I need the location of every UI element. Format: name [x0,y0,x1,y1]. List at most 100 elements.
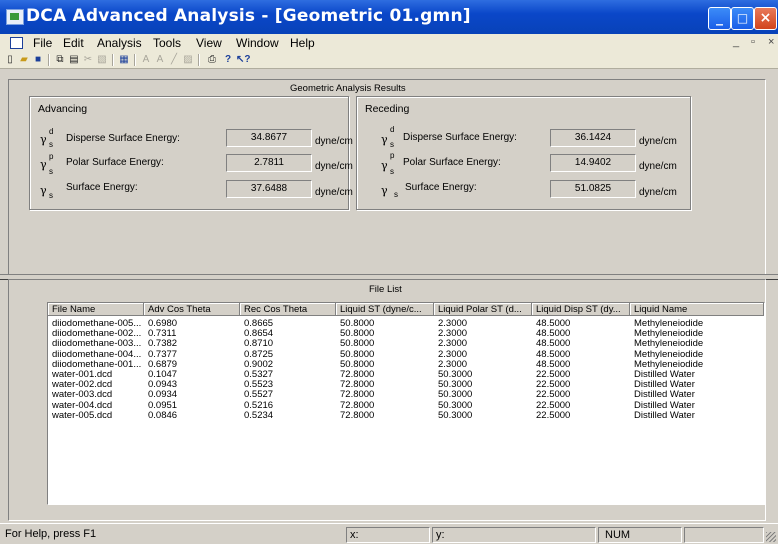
table-row[interactable]: diiodomethane-001.... 0.6879 0.9002 50.8000… [48,360,764,370]
menu-analysis[interactable]: Analysis [97,36,142,50]
table-cell: 50.8000 [340,339,375,350]
status-y-coordinate: y: [432,527,596,543]
table-cell: 0.5327 [244,370,274,380]
app-icon[interactable] [6,9,24,25]
table-row[interactable]: diiodomethane-004.... 0.7377 0.8725 50.8000… [48,350,764,360]
table-cell: Methyleneiodide [634,319,704,329]
document-icon[interactable] [10,37,23,49]
table-row[interactable]: diiodomethane-002.... 0.7311 0.8654 50.8000… [48,329,764,339]
status-empty-panel [684,527,764,543]
table-row[interactable]: water-003.dcd 0.0934 0.5527 72.8000 50.3000 2… [48,390,764,400]
image-icon[interactable]: ▧ [96,54,108,66]
adv-surface-label: Surface Energy: [66,182,138,193]
table-cell: 72.8000 [340,370,375,380]
menu-edit[interactable]: Edit [63,36,84,50]
column-header[interactable]: Liquid ST (dyne/c... [336,303,434,316]
gamma-subscript: s [390,140,394,149]
table-cell: 0.8725 [244,349,274,360]
text-a-icon[interactable]: A [140,54,152,66]
line-icon[interactable]: ╱ [168,54,180,66]
close-button[interactable]: × [754,7,777,30]
table-cell: 50.8000 [340,349,375,360]
column-header[interactable]: Liquid Disp ST (dy... [532,303,630,316]
table-cell: 48.5000 [536,349,571,360]
table-cell: diiodomethane-005.... [52,319,142,329]
table-cell: 0.5523 [244,380,274,391]
menu-tools[interactable]: Tools [153,36,181,50]
adv-disperse-value: 34.8677 [226,129,312,147]
mdi-restore-button[interactable]: ▫ [751,36,755,48]
rec-surface-label: Surface Energy: [405,182,477,193]
rec-disperse-value: 36.1424 [550,129,636,147]
gamma-symbol: γ [40,184,47,197]
save-icon[interactable]: ■ [32,54,44,66]
gamma-superscript: p [49,152,54,161]
table-cell: 0.6980 [148,319,178,329]
column-header[interactable]: Liquid Name [630,303,764,316]
table-cell: water-005.dcd [52,410,113,421]
adv-polar-unit: dyne/cm [315,161,353,172]
print-icon[interactable]: ⎙ [206,54,218,66]
help-icon[interactable]: ? [222,54,234,66]
file-list[interactable]: File Name Adv Cos Theta Rec Cos Theta Liqui… [47,302,765,505]
table-cell: 0.9002 [244,359,274,370]
new-icon[interactable]: ▯ [4,54,16,66]
table-cell: 48.5000 [536,339,571,350]
text-a2-icon[interactable]: A [154,54,166,66]
copy-icon[interactable]: ⧉ [54,54,66,66]
toolbar-separator [48,54,50,66]
table-cell: 72.8000 [340,410,375,421]
gamma-superscript: d [390,125,395,134]
table-cell: 48.5000 [536,359,571,370]
context-help-icon[interactable]: ↖? [236,54,251,66]
filelist-pane: File List File Name Adv Cos Theta Rec Cos … [8,279,766,521]
adv-polar-value: 2.7811 [226,154,312,172]
table-cell: 72.8000 [340,390,375,401]
menu-view[interactable]: View [196,36,222,50]
table-cell: 22.5000 [536,380,571,391]
table-cell: 2.3000 [438,359,468,370]
table-cell: 72.8000 [340,400,375,411]
table-cell: 2.3000 [438,339,468,350]
column-header[interactable]: File Name [48,303,144,316]
table-cell: 48.5000 [536,319,571,329]
table-row[interactable]: water-001.dcd 0.1047 0.5327 72.8000 50.3000 2… [48,370,764,380]
maximize-button[interactable]: □ [731,7,754,30]
mdi-minimize-button[interactable]: _ [733,36,739,48]
menu-window[interactable]: Window [236,36,279,50]
table-cell: Methyleneiodide [634,339,704,350]
grid-icon[interactable]: ▦ [118,54,130,66]
gamma-symbol: γ [381,159,388,172]
cut-icon[interactable]: ✂ [82,54,94,66]
gamma-symbol: γ [381,133,388,146]
gamma-subscript: s [49,140,53,149]
resize-grip[interactable] [766,532,776,542]
table-row[interactable]: diiodomethane-003.... 0.7382 0.8710 50.8000… [48,339,764,349]
table-row[interactable]: diiodomethane-005.... 0.6980 0.8665 50.8000… [48,319,764,329]
menu-file[interactable]: File [33,36,52,50]
table-row[interactable]: water-004.dcd 0.0951 0.5216 72.8000 50.3000 2… [48,401,764,411]
column-header[interactable]: Liquid Polar ST (d... [434,303,532,316]
table-cell: water-004.dcd [52,400,113,411]
column-header[interactable]: Rec Cos Theta [240,303,336,316]
table-cell: 22.5000 [536,370,571,380]
table-cell: 0.0934 [148,390,178,401]
mdi-close-button[interactable]: × [768,36,774,48]
table-cell: 0.7377 [148,349,178,360]
minimize-button[interactable]: _ [708,7,731,30]
table-cell: 0.0943 [148,380,178,391]
open-icon[interactable]: ▰ [18,54,30,66]
results-caption: Geometric Analysis Results [290,83,406,94]
rec-polar-value: 14.9402 [550,154,636,172]
table-row[interactable]: water-005.dcd 0.0846 0.5234 72.8000 50.3000 2… [48,411,764,421]
table-row[interactable]: water-002.dcd 0.0943 0.5523 72.8000 50.3000 2… [48,380,764,390]
title-bar[interactable]: DCA Advanced Analysis - [Geometric 01.gm… [0,0,778,34]
gamma-subscript: s [394,190,398,199]
rec-surface-unit: dyne/cm [639,187,677,198]
paste-icon[interactable]: ▤ [68,54,80,66]
table-cell: Methyleneiodide [634,329,704,340]
fill-icon[interactable]: ▨ [182,54,194,66]
column-header[interactable]: Adv Cos Theta [144,303,240,316]
menu-help[interactable]: Help [290,36,315,50]
status-x-coordinate: x: [346,527,430,543]
